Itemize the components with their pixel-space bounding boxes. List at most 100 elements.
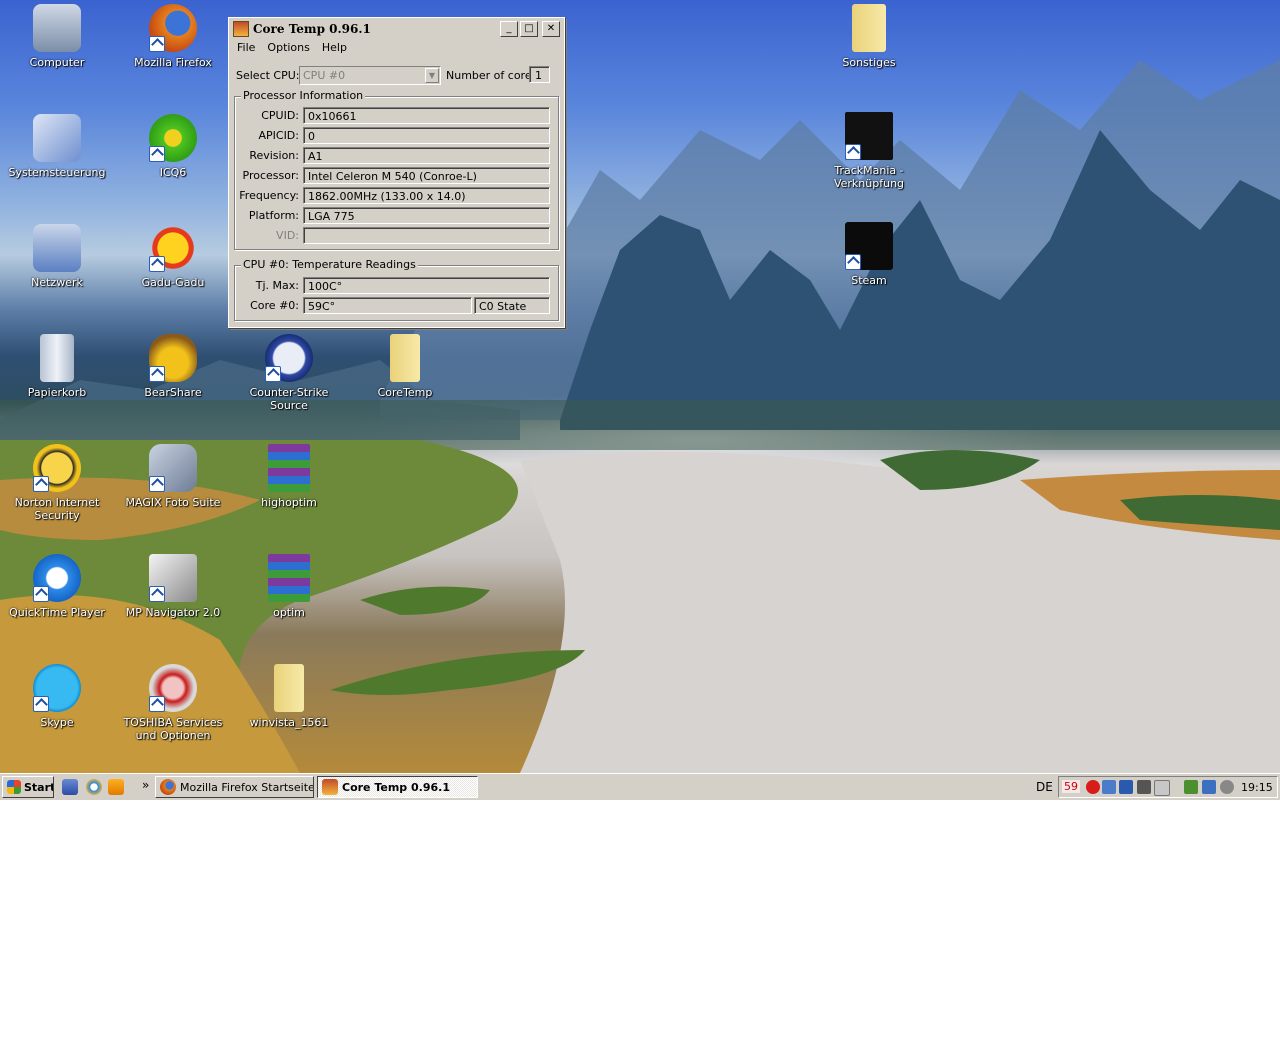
norton-icon [33,444,81,492]
media-player-icon[interactable] [108,779,124,795]
select-cpu-label: Select CPU: [236,69,300,82]
desktop-icon-trackmania[interactable]: TrackMania - Verknüpfung [813,112,925,190]
core0-label: Core #0: [250,299,299,312]
shortcut-arrow-icon [149,256,165,272]
desktop-icon-gadu-gadu[interactable]: Gadu-Gadu [117,224,229,289]
desktop-icon-highoptim[interactable]: highoptim [233,444,345,509]
start-button[interactable]: Start [2,776,54,798]
desktop-icon-toshiba[interactable]: TOSHIBA Services und Optionen [117,664,229,742]
desktop-icon-systemsteuerung[interactable]: Systemsteuerung [1,114,113,179]
desktop-icon-steam[interactable]: Steam [813,222,925,287]
task-coretemp[interactable]: Core Temp 0.96.1 [317,776,478,798]
language-indicator[interactable]: DE [1036,780,1053,794]
firefox-icon [149,4,197,52]
close-button[interactable]: ✕ [542,21,560,37]
shortcut-arrow-icon [149,36,165,52]
menu-options[interactable]: Options [261,40,315,58]
quicktime-icon [33,554,81,602]
network-icon [33,224,81,272]
tray-cpu-temperature[interactable]: 59 [1062,780,1080,793]
folder-icon [274,664,304,712]
display-tray-icon[interactable] [1137,780,1151,794]
desktop-icon-skype[interactable]: Skype [1,664,113,729]
desktop-icon-quicktime[interactable]: QuickTime Player [1,554,113,619]
toshiba-icon [149,664,197,712]
internet-explorer-icon[interactable] [86,779,102,795]
quicklaunch-overflow-icon[interactable]: » [142,778,149,792]
tj-max-value: 100C° [303,277,550,294]
show-desktop-icon[interactable] [62,779,78,795]
computer-icon [33,4,81,52]
maximize-button[interactable]: □ [520,21,538,37]
desktop-icon-computer[interactable]: Computer [1,4,113,69]
shortcut-arrow-icon [149,146,165,162]
tj-max-label: Tj. Max: [255,279,299,292]
revision-label: Revision: [249,149,299,162]
media-play-icon[interactable] [1086,780,1100,794]
vid-value [303,227,550,244]
coretemp-window[interactable]: Core Temp 0.96.1 _ □ ✕ File Options Help… [228,17,565,328]
desktop-icon-firefox[interactable]: Mozilla Firefox [117,4,229,69]
core0-temperature: 59C° [303,297,472,314]
network-tray-icon[interactable] [1102,780,1116,794]
cpuid-value: 0x10661 [303,107,550,124]
shortcut-arrow-icon [265,366,281,382]
shortcut-arrow-icon [149,476,165,492]
processor-group-title: Processor Information [241,89,366,102]
cpuid-label: CPUID: [261,109,299,122]
desktop-icon-netzwerk[interactable]: Netzwerk [1,224,113,289]
platform-label: Platform: [248,209,299,222]
desktop-icon-winvista[interactable]: winvista_1561 [233,664,345,729]
battery-tray-icon[interactable] [1184,780,1198,794]
trackmania-icon [845,112,893,160]
desktop-icon-coretemp-folder[interactable]: CoreTemp [349,334,461,399]
clock[interactable]: 19:15 [1241,781,1273,794]
skype-icon [33,664,81,712]
temp-group-title: CPU #0: Temperature Readings [241,258,418,271]
menu-file[interactable]: File [231,40,261,58]
firefox-icon [160,779,176,795]
network-connection-tray-icon[interactable] [1202,780,1216,794]
cores-value: 1 [529,66,550,83]
menu-help[interactable]: Help [316,40,353,58]
desktop-icon-counter-strike[interactable]: Counter-Strike Source [233,334,345,412]
volume-muted-icon[interactable] [1220,780,1234,794]
select-cpu-value: CPU #0 [303,69,346,82]
folder-icon [390,334,420,382]
bearshare-icon [149,334,197,382]
desktop-icon-icq6[interactable]: ICQ6 [117,114,229,179]
processor-value: Intel Celeron M 540 (Conroe-L) [303,167,550,184]
shortcut-arrow-icon [149,586,165,602]
desktop-icon-papierkorb[interactable]: Papierkorb [1,334,113,399]
magix-icon [149,444,197,492]
select-cpu-dropdown[interactable]: CPU #0 ▼ [299,66,441,85]
coretemp-icon [322,779,338,795]
frequency-value: 1862.00MHz (133.00 x 14.0) [303,187,550,204]
apicid-label: APICID: [258,129,299,142]
folder-icon [852,4,886,52]
desktop-icon-optim[interactable]: optim [233,554,345,619]
window-title: Core Temp 0.96.1 [253,22,371,36]
desktop-icon-magix[interactable]: MAGIX Foto Suite [117,444,229,509]
minimize-button[interactable]: _ [500,21,518,37]
start-label: Start [24,780,54,794]
steam-icon [845,222,893,270]
chevron-down-icon[interactable]: ▼ [425,68,439,83]
window-titlebar[interactable]: Core Temp 0.96.1 _ □ ✕ [231,20,562,38]
desktop-icon-bearshare[interactable]: BearShare [117,334,229,399]
desktop-icon-sonstiges[interactable]: Sonstiges [813,4,925,69]
vid-label: VID: [276,229,299,242]
desktop-icon-mp-navigator[interactable]: MP Navigator 2.0 [117,554,229,619]
coretemp-icon [233,21,249,37]
shortcut-arrow-icon [33,476,49,492]
pen-tray-icon[interactable] [1154,780,1170,796]
desktop-icon-norton[interactable]: Norton Internet Security [1,444,113,522]
task-firefox[interactable]: Mozilla Firefox Startseite... [155,776,314,798]
windows-flag-icon [7,780,21,794]
platform-value: LGA 775 [303,207,550,224]
gadu-gadu-sun-icon [149,224,197,272]
system-tray: 59 19:15 [1058,776,1278,798]
monitor-tray-icon[interactable] [1119,780,1133,794]
shortcut-arrow-icon [845,254,861,270]
desktop-wallpaper: Computer Mozilla Firefox Sonstiges Syste… [0,0,1280,773]
